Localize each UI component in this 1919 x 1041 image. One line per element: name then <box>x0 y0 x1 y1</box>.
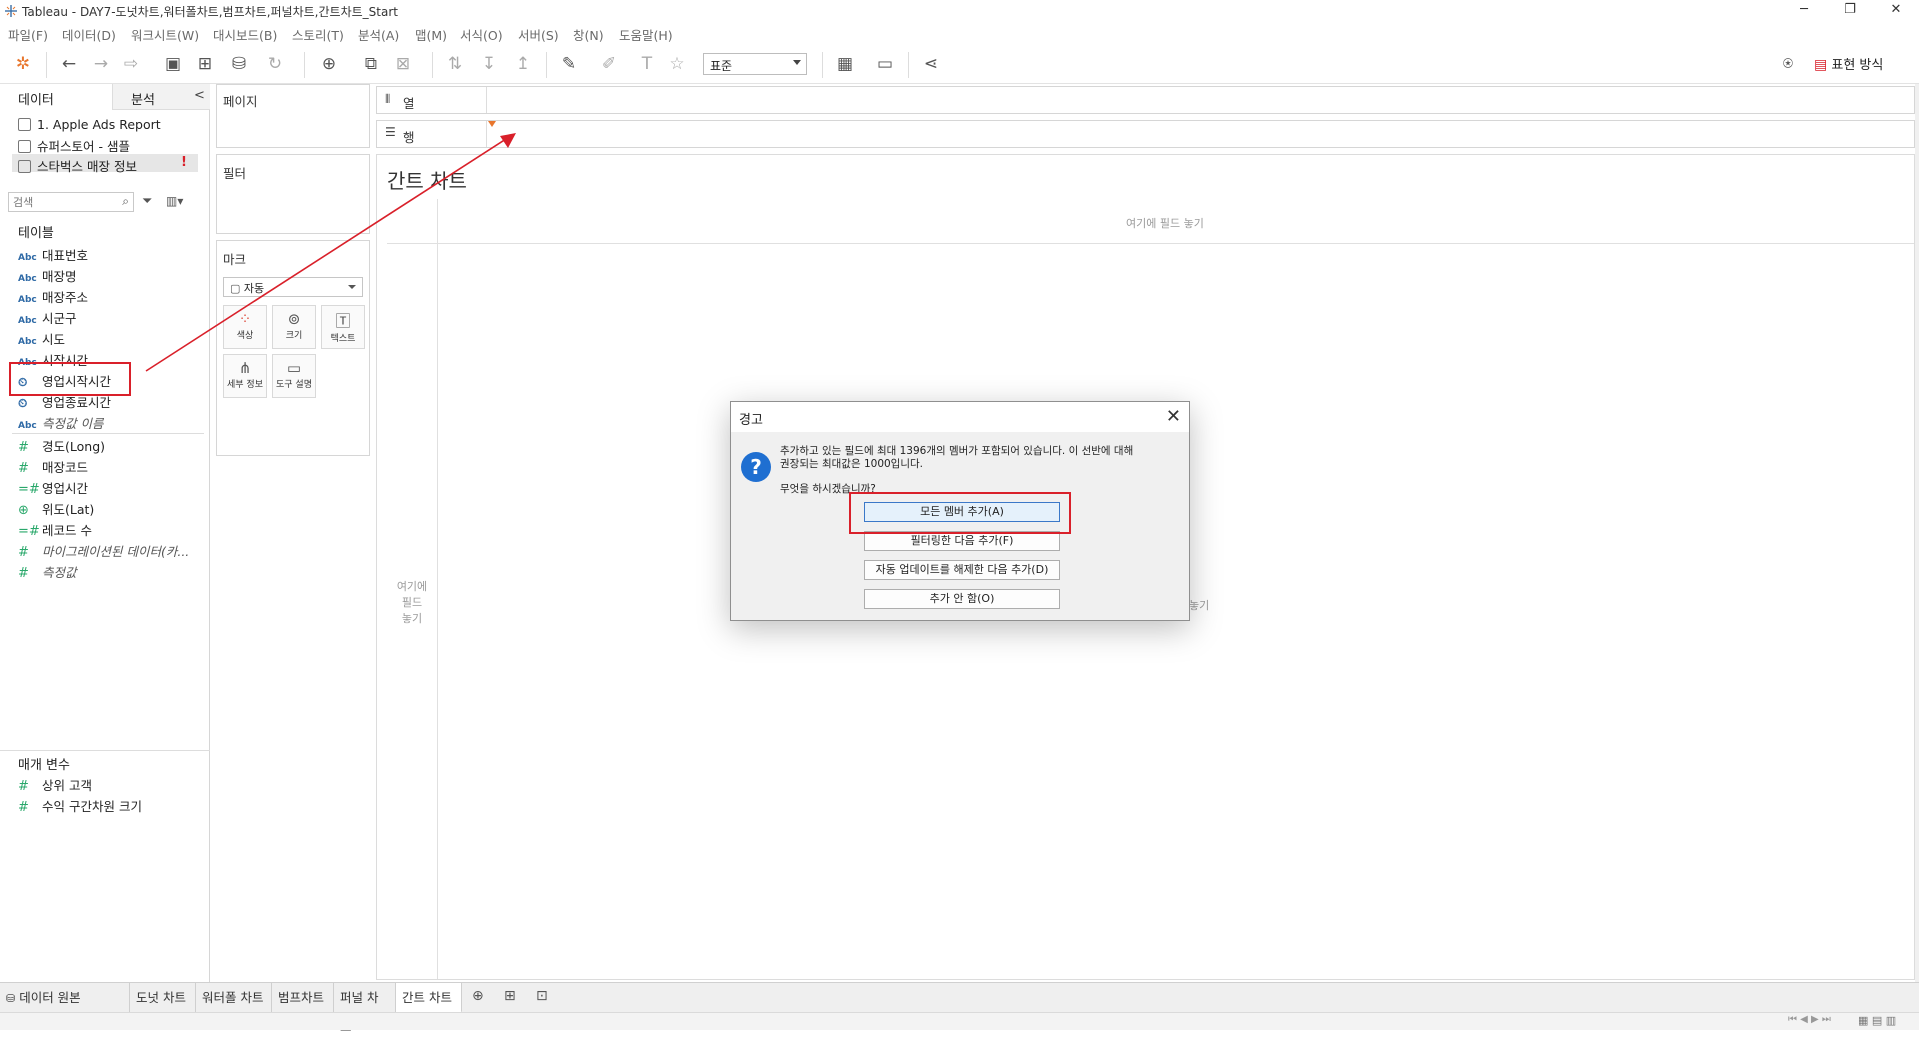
annotation-highlight-button <box>849 492 1071 534</box>
annotation-arrow-line <box>145 136 510 372</box>
warning-dialog: 경고 ✕ ? 추가하고 있는 필드에 최대 1396개의 멤버가 포함되어 있습… <box>730 401 1190 621</box>
dialog-message-line: 권장되는 최대값은 1000입니다. <box>780 458 923 470</box>
dialog-message: 추가하고 있는 필드에 최대 1396개의 멤버가 포함되어 있습니다. 이 선… <box>780 445 1180 496</box>
question-icon: ? <box>741 452 771 482</box>
dialog-message-line: 추가하고 있는 필드에 최대 1396개의 멤버가 포함되어 있습니다. 이 선… <box>780 445 1134 457</box>
filter-then-add-button[interactable]: 필터링한 다음 추가(F) <box>864 531 1060 551</box>
do-not-add-button[interactable]: 추가 안 함(O) <box>864 589 1060 609</box>
pause-updates-then-add-button[interactable]: 자동 업데이트를 해제한 다음 추가(D) <box>864 560 1060 580</box>
dialog-title: 경고 <box>739 413 763 428</box>
dialog-titlebar: 경고 <box>731 402 1189 432</box>
close-icon[interactable]: ✕ <box>1166 406 1181 427</box>
